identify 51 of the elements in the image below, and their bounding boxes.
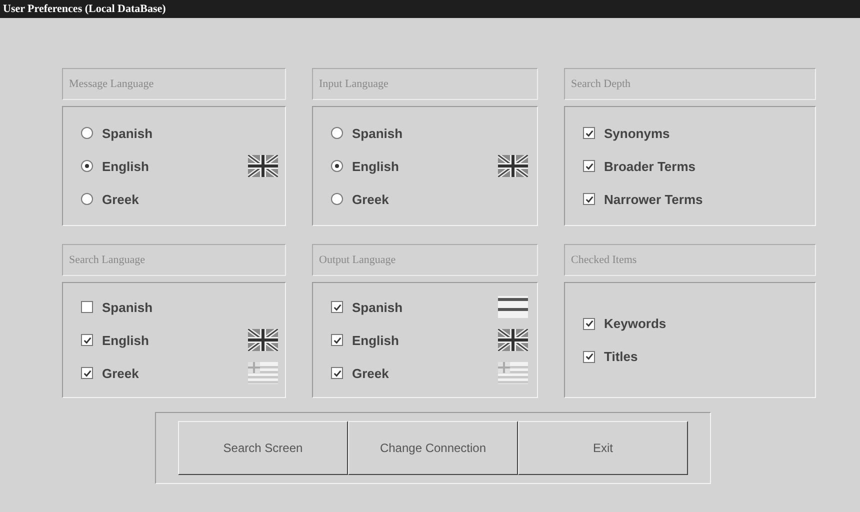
group-title: Search Language [69, 254, 146, 266]
group-title: Search Depth [571, 78, 631, 90]
flag-icon [248, 362, 278, 384]
option-label: Greek [352, 366, 390, 380]
option-label: English [352, 158, 400, 174]
option-label: Spanish [352, 126, 404, 140]
dialog-button[interactable]: Exit [518, 421, 688, 475]
option-label: Greek [102, 192, 140, 206]
option-label: Spanish [352, 300, 404, 314]
dialog-button[interactable]: Change Connection [348, 421, 518, 475]
group-title: Output Language [319, 254, 396, 266]
checkbox[interactable] [331, 367, 343, 379]
flag-icon [498, 155, 528, 177]
checkbox[interactable] [81, 301, 93, 313]
checkbox[interactable] [583, 350, 595, 362]
flag-icon [498, 362, 528, 384]
radio-button[interactable] [331, 193, 343, 205]
window-title: User Preferences (Local DataBase) [3, 3, 166, 15]
checkbox[interactable] [583, 127, 595, 139]
radio-button[interactable] [81, 160, 93, 172]
option-label: English [102, 158, 150, 174]
checkbox[interactable] [81, 334, 93, 346]
radio-button[interactable] [81, 193, 93, 205]
option-label: Synonyms [604, 126, 671, 140]
checkbox[interactable] [331, 301, 343, 313]
option-label: English [352, 332, 400, 348]
radio-button[interactable] [331, 127, 343, 139]
option-label: Broader Terms [604, 158, 697, 174]
dialog-button[interactable]: Search Screen [178, 421, 348, 475]
option-label: Narrower Terms [604, 192, 704, 206]
flag-icon [248, 329, 278, 351]
option-label: Titles [604, 349, 639, 364]
option-label: Greek [352, 192, 390, 206]
flag-icon [248, 155, 278, 177]
option-label: Spanish [102, 300, 154, 314]
option-label: Greek [102, 366, 140, 380]
group-title: Message Language [69, 78, 154, 90]
checkbox[interactable] [583, 318, 595, 330]
checkbox[interactable] [81, 367, 93, 379]
checkbox[interactable] [583, 160, 595, 172]
checkbox[interactable] [331, 334, 343, 346]
group-title: Checked Items [571, 254, 637, 266]
option-label: English [102, 332, 150, 348]
option-label: Keywords [604, 316, 668, 331]
group-title: Input Language [319, 78, 388, 90]
option-label: Spanish [102, 126, 154, 140]
checkbox[interactable] [583, 193, 595, 205]
flag-icon [498, 296, 528, 318]
radio-button[interactable] [81, 127, 93, 139]
radio-button[interactable] [331, 160, 343, 172]
flag-icon [498, 329, 528, 351]
